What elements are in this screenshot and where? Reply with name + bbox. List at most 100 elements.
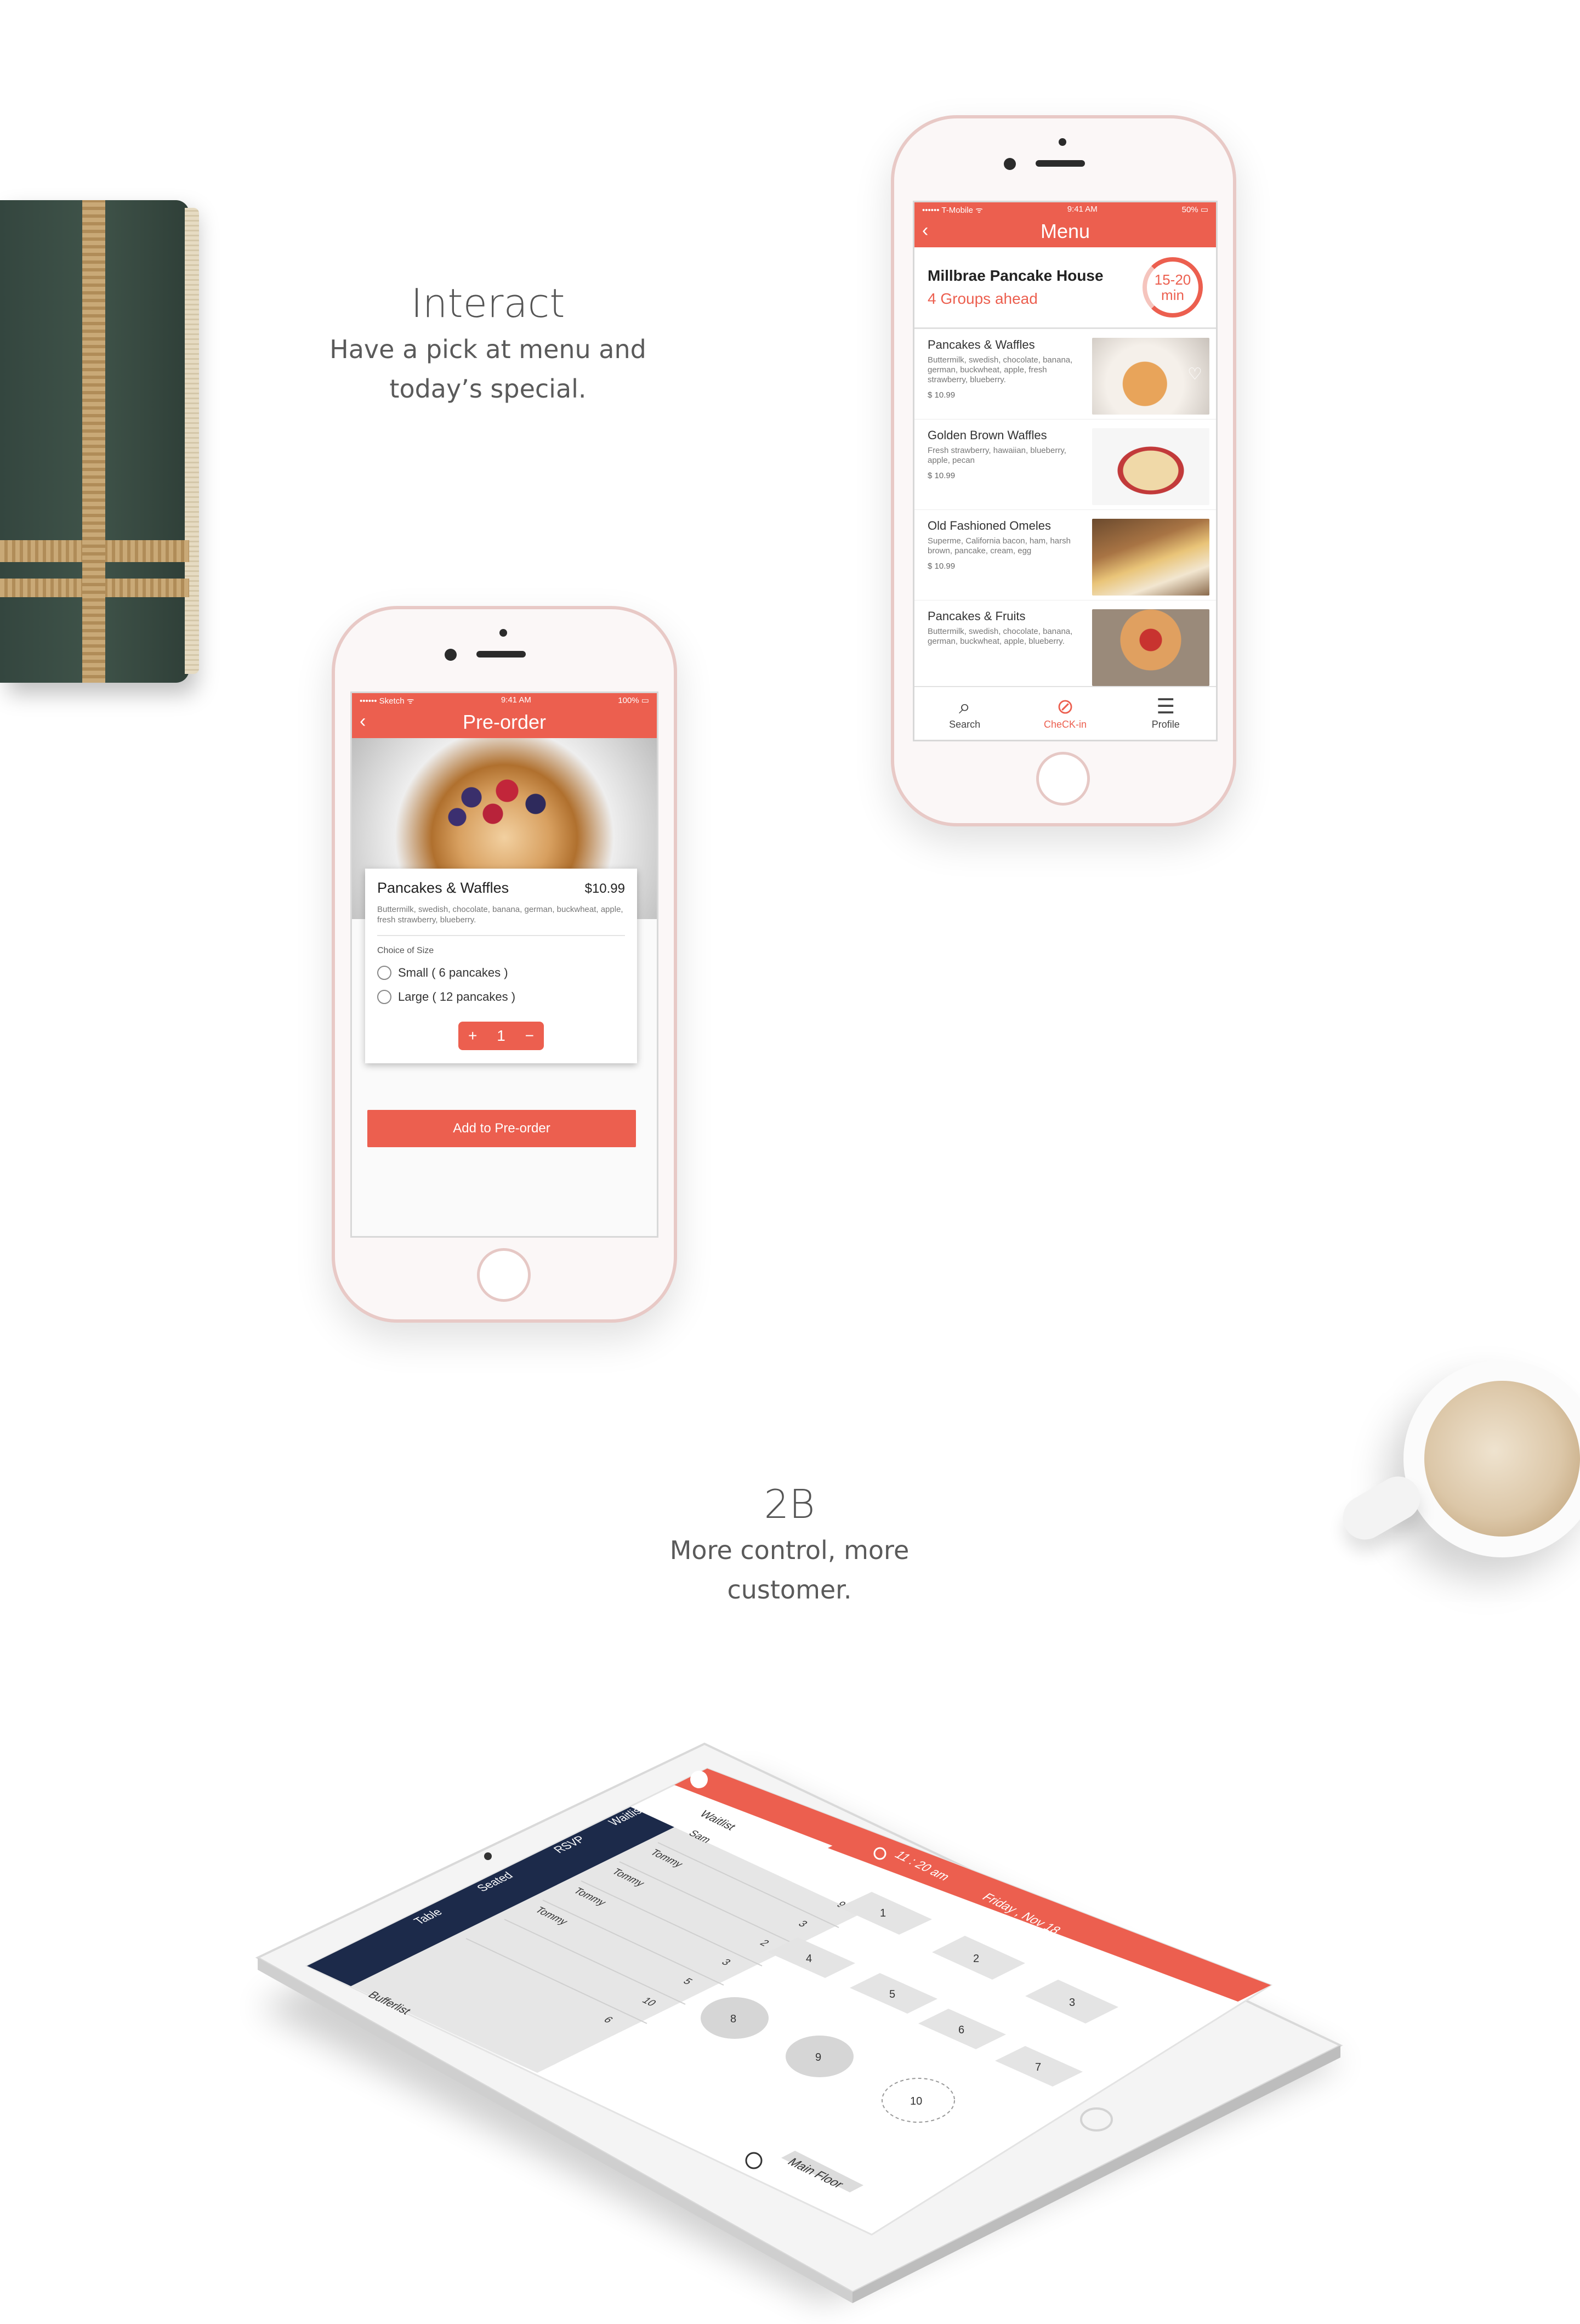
section-subtitle: customer. [727,1575,852,1605]
table-shape[interactable] [768,1937,855,1978]
waitlist-row-size: 10 [639,1996,658,2008]
home-button[interactable] [1036,752,1090,806]
choice-label: Choice of Size [377,946,434,955]
sidebar-item-rsvp[interactable]: RSVP [551,1834,588,1855]
ipad-floor-header [828,1832,1271,2002]
cup-handle [1335,1468,1428,1548]
waitlist-row-name[interactable]: Tommy [609,1867,647,1889]
menu-item[interactable]: Pancakes & Fruits Buttermilk, swedish, c… [914,600,1216,691]
menu-item[interactable]: Old Fashioned Omeles Superme, California… [914,510,1216,600]
twine-band [82,200,105,683]
waitlist-row-name[interactable]: Tommy [532,1906,571,1927]
menu-item-price: $ 10.99 [928,562,956,571]
tab-search[interactable]: ⌕ Search [914,687,1015,740]
tab-check-in[interactable]: ⊘ CheCK-in [1015,687,1115,740]
wait-time-unit: min [1161,287,1184,303]
option-label: Large ( 12 pancakes ) [398,990,516,1004]
carrier: •••••• Sketch ᯤ [360,696,414,706]
floor-tab[interactable] [781,2151,863,2192]
ipad-screen [305,1767,1273,2236]
waitlist-row-name[interactable]: Tommy [571,1886,609,1908]
clock: 9:41 AM [1067,205,1098,214]
table-shape[interactable] [918,2009,1006,2049]
increment-button[interactable]: + [468,1027,477,1045]
decrement-button[interactable]: − [525,1027,534,1045]
option-label: Small ( 6 pancakes ) [398,966,508,979]
waitlist-row-size: 6 [601,2015,615,2025]
radio-icon[interactable] [377,990,391,1004]
app-bar: •••••• T-Mobile ᯤ 9:41 AM 50% ▭ ‹ Menu [914,202,1216,247]
menu-lines-icon: ☰ [1156,695,1175,718]
tab-label: CheCK-in [1043,719,1087,730]
add-to-preorder-button[interactable]: Add to Pre-order [367,1110,636,1147]
floor-date: Friday , Nov 18 [979,1891,1065,1936]
battery: 100% ▭ [618,696,649,705]
sidebar-item-waitlist[interactable]: Waitlist [606,1804,647,1828]
ipad-bufferlist-panel [307,1966,537,2073]
ipad-home-button[interactable] [1080,2107,1113,2132]
check-circle-icon: ⊘ [1056,695,1074,718]
section-title: 2B [764,1481,815,1527]
front-camera [1004,158,1016,170]
item-name: Pancakes & Waffles [377,880,509,896]
menu-item-name: Pancakes & Waffles [928,338,1035,352]
waitlist-row-name[interactable]: Tommy [647,1848,686,1869]
size-option-large[interactable]: Large ( 12 pancakes ) [377,990,625,1004]
app-bar: •••••• Sketch ᯤ 9:41 AM 100% ▭ ‹ Pre-ord… [352,693,657,738]
menu-item-desc: Superme, California bacon, ham, harsh br… [928,536,1071,556]
size-option-small[interactable]: Small ( 6 pancakes ) [377,966,625,980]
table-shape[interactable] [1025,1980,1118,2023]
radio-icon[interactable] [377,966,391,980]
menu-item-price: $ 10.99 [928,390,956,400]
waitlist-row-name[interactable]: Sam [686,1829,714,1845]
table-shape[interactable] [701,1997,769,2039]
table-number: 9 [815,2051,821,2064]
ipad-device: Waitlist RSVP Seated Table Waitlist Buff… [0,0,1580,2324]
table-shape[interactable] [995,2046,1083,2087]
menu-item[interactable]: Golden Brown Waffles Fresh strawberry, h… [914,420,1216,510]
sidebar-item-seated[interactable]: Seated [474,1870,516,1894]
tab-profile[interactable]: ☰ Profile [1116,687,1216,740]
chevron-left-icon[interactable]: ‹ [360,711,366,732]
home-button[interactable] [477,1248,531,1302]
table-shape[interactable] [932,1936,1025,1980]
table-shape[interactable] [786,2036,854,2077]
heart-icon[interactable]: ♡ [1187,366,1204,383]
table-number: 7 [1035,2061,1041,2073]
tab-label: Search [949,719,981,730]
sensor [499,629,507,637]
status-bar: •••••• Sketch ᯤ 9:41 AM 100% ▭ [352,693,657,708]
restaurant-card[interactable]: Millbrae Pancake House 4 Groups ahead 15… [914,247,1216,329]
section-2b: 2B More control, more customer. [609,1478,970,1609]
menu-item-price: $ 10.99 [928,471,956,480]
section-subtitle: More control, more [669,1535,910,1565]
berries-topping [429,771,571,837]
decorative-coffee-cup [1335,1360,1580,1557]
battery: 50% ▭ [1181,205,1208,214]
section-interact: Interact Have a pick at menu and today’s… [307,277,669,409]
chevron-left-icon[interactable]: ‹ [922,220,928,241]
speaker [1036,160,1085,167]
waitlist-rows: Sam 9 Tommy 3 Tommy 2 Tommy 3 Tommy 5 10… [465,1829,848,2025]
menu-item[interactable]: Pancakes & Waffles Buttermilk, swedish, … [914,329,1216,420]
ipad-shadow [258,1777,1343,2303]
add-icon[interactable] [690,1771,708,1788]
sidebar-item-table[interactable]: Table [411,1907,445,1926]
table-number: 5 [889,1988,895,2000]
waitlist-row-size: 3 [795,1919,810,1929]
table-number: 3 [1069,1997,1075,2009]
floor-time: 11 : 20 am [891,1849,954,1883]
table-number: 2 [973,1953,979,1965]
clock-icon[interactable] [745,2152,763,2169]
table-number: 6 [958,2024,964,2036]
front-camera [445,649,457,661]
table-shape[interactable] [850,1973,937,2014]
ipad-sidebar [307,1807,674,1986]
item-desc: Buttermilk, swedish, chocolate, banana, … [377,904,625,936]
ipad-edge [258,1958,852,2303]
table-shape[interactable] [839,1892,932,1935]
item-detail-card: Pancakes & Waffles $10.99 Buttermilk, sw… [365,869,637,1063]
table-shape[interactable] [882,2078,955,2123]
screen-title: ‹ Pre-order [352,708,657,738]
coffee-surface [1424,1381,1580,1537]
